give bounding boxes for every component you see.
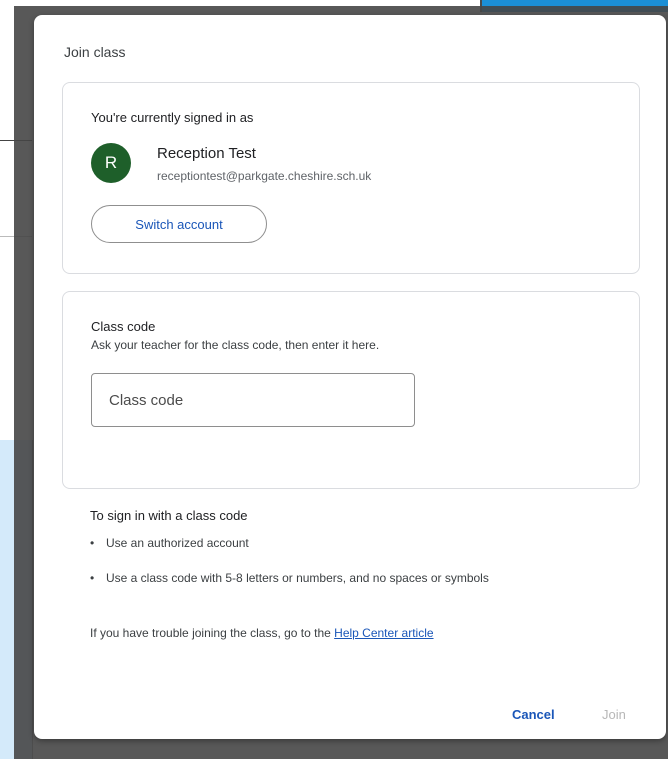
avatar: R xyxy=(91,143,131,183)
class-code-card: Class code Ask your teacher for the clas… xyxy=(62,291,640,489)
rule-item: • Use an authorized account xyxy=(90,534,590,553)
trouble-text-body: If you have trouble joining the class, g… xyxy=(90,626,335,640)
rules-title: To sign in with a class code xyxy=(90,508,248,523)
join-class-dialog: Join class You're currently signed in as… xyxy=(34,15,666,739)
rule-text: Use an authorized account xyxy=(106,536,249,550)
dialog-title: Join class xyxy=(64,44,126,60)
trouble-text: If you have trouble joining the class, g… xyxy=(90,626,434,640)
bullet-icon: • xyxy=(90,536,95,550)
rule-text: Use a class code with 5-8 letters or num… xyxy=(106,571,489,585)
signed-in-label: You're currently signed in as xyxy=(91,110,254,125)
user-name: Reception Test xyxy=(157,145,256,162)
account-card: You're currently signed in as R Receptio… xyxy=(62,82,640,274)
class-code-help: Ask your teacher for the class code, the… xyxy=(91,338,380,352)
cancel-button[interactable]: Cancel xyxy=(508,703,559,726)
switch-account-button[interactable]: Switch account xyxy=(91,205,267,243)
bullet-icon: • xyxy=(90,571,95,585)
user-email: receptiontest@parkgate.cheshire.sch.uk xyxy=(157,169,372,183)
class-code-label: Class code xyxy=(91,319,156,334)
help-center-link[interactable]: Help Center article xyxy=(334,626,433,640)
join-button[interactable]: Join xyxy=(598,703,630,726)
class-code-input[interactable] xyxy=(91,373,415,427)
rule-item: • Use a class code with 5-8 letters or n… xyxy=(90,569,590,588)
